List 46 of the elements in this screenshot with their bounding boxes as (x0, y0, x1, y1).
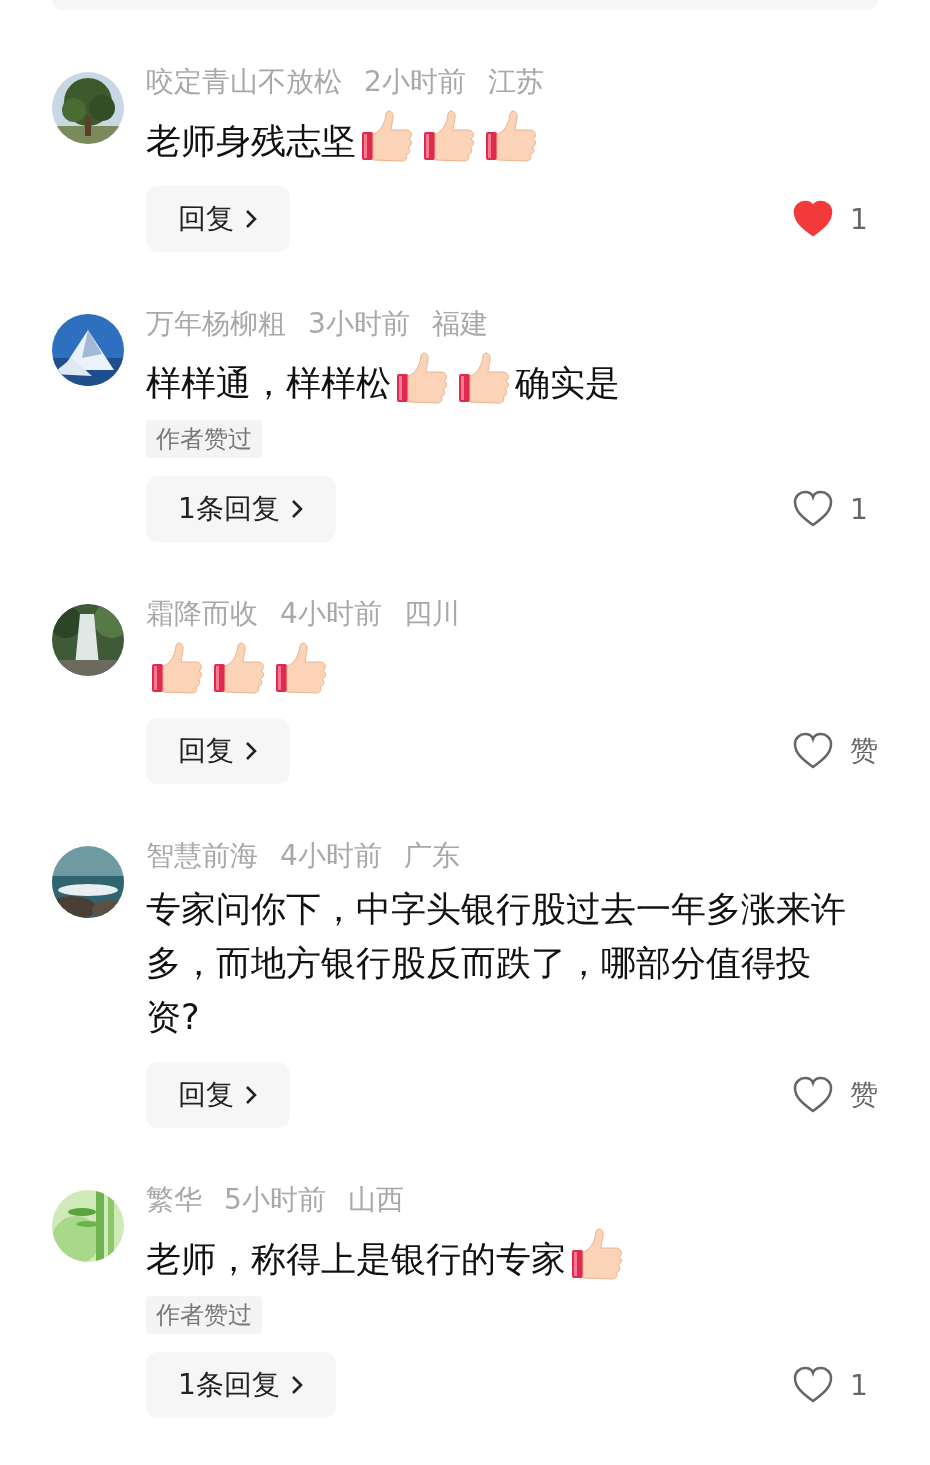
thumbs-up-icon (274, 640, 328, 694)
comment-text: 老师身残志坚 (146, 121, 356, 161)
comment-time: 4小时前 (280, 838, 382, 874)
location: 福建 (431, 306, 488, 342)
reply-button[interactable]: 回复 (146, 186, 290, 252)
comment-text: 老师，称得上是银行的专家 (146, 1239, 566, 1279)
thumbs-up-icon (484, 108, 538, 162)
comment-time: 5小时前 (224, 1182, 326, 1218)
chevron-icon (244, 208, 258, 230)
thumbs-up-icon (212, 640, 266, 694)
comment-text: 专家问你下，中字头银行股过去一年多涨来许多，而地方银行股反而跌了，哪部分值得投资? (146, 889, 846, 1037)
reply-button[interactable]: 1条回复 (146, 476, 336, 542)
thumbs-up-icon (360, 108, 414, 162)
thumbs-up-icon (150, 640, 204, 694)
chevron-icon (289, 1374, 304, 1396)
reply-button[interactable]: 回复 (146, 1062, 290, 1128)
author-liked-badge: 作者赞过 (146, 420, 262, 458)
like-count: 赞 (850, 733, 878, 769)
chevron-icon (289, 498, 304, 520)
heart-icon[interactable] (792, 1076, 834, 1114)
heart-icon[interactable] (792, 490, 834, 528)
comment-time: 4小时前 (280, 596, 382, 632)
location: 山西 (347, 1182, 404, 1218)
author-liked-badge: 作者赞过 (146, 1296, 262, 1334)
thumbs-up-icon (422, 108, 476, 162)
comment-text: 样样通，样样松 (146, 363, 391, 403)
heart-icon[interactable] (792, 200, 834, 238)
location: 江苏 (487, 64, 544, 100)
reply-button[interactable]: 回复 (146, 718, 290, 784)
thumbs-up-icon (570, 1226, 624, 1280)
like-count: 1 (850, 492, 869, 526)
chevron-icon (244, 1084, 258, 1106)
thumbs-up-icon (395, 350, 449, 404)
comment-time: 3小时前 (308, 306, 410, 342)
comment-text: 确实是 (515, 363, 620, 403)
heart-icon[interactable] (792, 1366, 834, 1404)
reply-button[interactable]: 1条回复 (146, 1352, 336, 1418)
like-count: 1 (850, 202, 869, 236)
heart-icon[interactable] (792, 732, 834, 770)
thumbs-up-icon (457, 350, 511, 404)
location: 四川 (403, 596, 460, 632)
like-count: 赞 (850, 1077, 878, 1113)
chevron-icon (244, 740, 258, 762)
comment-time: 2小时前 (364, 64, 466, 100)
location: 广东 (403, 838, 460, 874)
like-count: 1 (850, 1368, 869, 1402)
